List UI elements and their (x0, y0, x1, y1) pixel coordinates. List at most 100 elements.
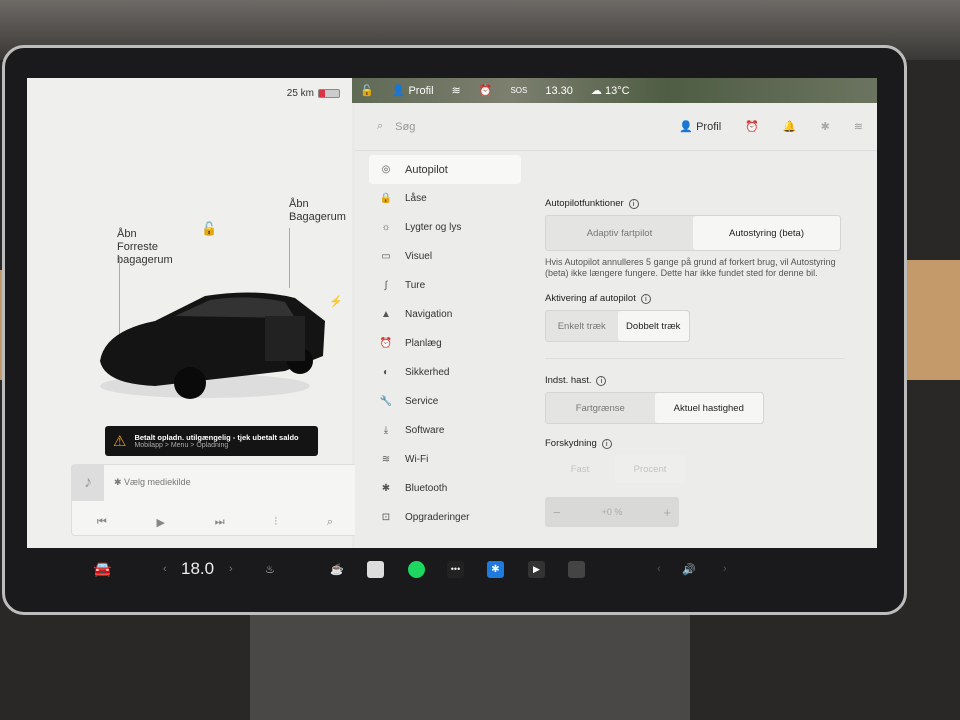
wifi-icon[interactable]: ≋ (854, 120, 863, 133)
previous-track-icon[interactable]: ⏮ (97, 516, 107, 529)
car-image (100, 292, 325, 399)
nav-item-label: Lygter og lys (405, 222, 462, 233)
open-frunk-button[interactable]: Åbn Forreste bagagerum (117, 228, 197, 267)
range-text: 25 km (286, 88, 314, 99)
search-field[interactable]: ⌕ Søg (377, 120, 415, 133)
nav-item-label: Software (405, 425, 445, 436)
nav-item-wi-fi[interactable]: ≋ Wi-Fi (369, 445, 521, 474)
theater-app-icon[interactable]: ▶ (528, 560, 545, 578)
nav-item-planl-g[interactable]: ⏰ Planlæg (369, 329, 521, 358)
option-fixed[interactable]: Fast (545, 455, 615, 483)
nav-item-label: Låse (405, 193, 427, 204)
info-icon[interactable]: i (601, 438, 612, 449)
option-speed-limit[interactable]: Fartgrænse (546, 393, 655, 423)
option-single-pull[interactable]: Enkelt træk (546, 311, 618, 341)
option-autosteer[interactable]: Autostyring (beta) (693, 216, 840, 250)
wrench-icon: 🔧 (379, 396, 393, 407)
charge-port-icon[interactable]: ⚡ (329, 296, 343, 309)
autopilot-note: Hvis Autopilot annulleres 5 gange på gru… (545, 257, 836, 278)
nav-item-bluetooth[interactable]: ✱ Bluetooth (369, 474, 521, 503)
navigation-icon: ▲ (381, 309, 391, 320)
seat-heater-icon[interactable]: ♨ (265, 563, 275, 576)
lock-icon: 🔒 (379, 193, 393, 204)
sos-indicator[interactable]: SOS (510, 86, 527, 95)
bluetooth-app-icon[interactable]: ✱ (487, 560, 504, 578)
trips-icon: ∫ (384, 280, 388, 291)
profile-button[interactable]: 👤 Profil (679, 120, 721, 133)
nav-item-label: Autopilot (405, 163, 448, 176)
info-icon[interactable]: i (628, 198, 639, 209)
unlock-icon[interactable]: 🔓 (201, 222, 217, 235)
alarm-icon[interactable]: ⏰ (745, 120, 759, 133)
autopilot-settings: Autopilotfunktioner i Adaptiv fartpilot A… (545, 198, 845, 527)
nav-item-label: Navigation (405, 309, 453, 320)
play-icon[interactable]: ▶ (157, 516, 165, 529)
nav-item-label: Visuel (405, 251, 433, 262)
wifi-icon: ≋ (451, 85, 461, 97)
nav-item-label: Bluetooth (405, 483, 448, 494)
car-icon[interactable]: 🚘 (93, 560, 112, 578)
steering-heater-icon[interactable]: ☕ (330, 563, 344, 576)
touchscreen: 25 km Åbn Forreste bagagerum Åbn Bagagerum… (27, 78, 877, 548)
light-icon: ☼ (381, 222, 391, 233)
offset-stepper[interactable]: − +0 % + (545, 497, 679, 527)
set-speed-selector: Fartgrænse Aktuel hastighed (545, 392, 764, 424)
info-icon[interactable]: i (640, 293, 651, 304)
media-source-label: Vælg mediekilde (124, 477, 191, 487)
equalizer-icon[interactable]: ⫶ (274, 516, 277, 529)
frunk-open-text: Åbn (117, 228, 137, 240)
media-source-button[interactable]: ✱ Vælg mediekilde (114, 477, 191, 488)
divider (545, 358, 845, 359)
calendar-app-icon[interactable] (367, 560, 384, 578)
alert-title: Betalt opladn. utilgængelig - tjek ubeta… (134, 433, 299, 442)
nav-item-opgraderinger[interactable]: ⊡ Opgraderinger (369, 503, 521, 532)
bluetooth-icon[interactable]: ✱ (821, 120, 830, 133)
volume-icon[interactable]: 🔊 (682, 563, 696, 576)
nav-item-label: Sikkerhed (405, 367, 450, 378)
volume-down-chevron-icon[interactable]: ‹ (657, 563, 661, 575)
status-profile-label: Profil (408, 85, 434, 97)
option-adaptive-cruise[interactable]: Adaptiv fartpilot (546, 216, 693, 250)
lock-status-icon[interactable]: 🔓 (360, 84, 374, 97)
minus-icon[interactable]: − (553, 505, 561, 520)
safety-icon: ◐ (382, 367, 390, 378)
search-icon[interactable]: ⌕ (327, 516, 333, 529)
option-current-speed[interactable]: Aktuel hastighed (654, 393, 763, 423)
settings-top-bar: ⌕ Søg 👤 Profil ⏰ 🔔 ✱ ≋ (355, 103, 877, 151)
taskbar: 🚘 ‹ 18.0 › ♨ ☕ ••• ✱ ▶ ‹ 🔊 › (27, 548, 877, 590)
nav-item-autopilot[interactable]: ◎ Autopilot (369, 155, 521, 184)
notification-bell-icon[interactable]: 🔔 (783, 120, 797, 133)
alarm-icon: ⏰ (478, 85, 493, 97)
features-title: Autopilotfunktioner (545, 198, 624, 209)
nav-item-sikkerhed[interactable]: ◐ Sikkerhed (369, 358, 521, 387)
charging-alert[interactable]: ⚠ Betalt opladn. utilgængelig - tjek ube… (105, 426, 318, 456)
download-icon: ⤓ (383, 425, 389, 436)
option-double-pull[interactable]: Dobbelt træk (617, 311, 689, 341)
next-track-icon[interactable]: ⏭ (215, 516, 225, 529)
offset-title: Forskydning (545, 438, 597, 449)
media-player: ♪ ✱ Vælg mediekilde ⏮ ▶ ⏭ ⫶ ⌕ (71, 464, 359, 536)
info-icon[interactable]: i (596, 375, 607, 386)
more-apps-icon[interactable]: ••• (447, 560, 464, 578)
dashcam-app-icon[interactable] (568, 560, 585, 578)
option-percent[interactable]: Procent (615, 455, 685, 483)
nav-item-service[interactable]: 🔧 Service (369, 387, 521, 416)
status-profile[interactable]: 👤 Profil (392, 84, 434, 97)
cabin-temperature[interactable]: 18.0 (181, 559, 214, 579)
spotify-app-icon[interactable] (408, 560, 425, 578)
nav-item-l-se[interactable]: 🔒 Låse (369, 184, 521, 213)
nav-item-software[interactable]: ⤓ Software (369, 416, 521, 445)
nav-item-lygter-og-lys[interactable]: ☼ Lygter og lys (369, 213, 521, 242)
nav-item-navigation[interactable]: ▲ Navigation (369, 300, 521, 329)
bluetooth-icon: ✱ (381, 483, 391, 494)
volume-up-chevron-icon[interactable]: › (723, 563, 727, 575)
trunk-open-text: Åbn (289, 198, 309, 210)
nav-item-ture[interactable]: ∫ Ture (369, 271, 521, 300)
temp-down-chevron-icon[interactable]: ‹ (163, 563, 167, 575)
plus-icon[interactable]: + (663, 505, 671, 520)
steering-wheel-icon: ◎ (381, 164, 391, 175)
temp-up-chevron-icon[interactable]: › (229, 563, 233, 575)
open-trunk-button[interactable]: Åbn Bagagerum (289, 198, 346, 224)
warning-icon: ⚠ (113, 433, 127, 450)
nav-item-visuel[interactable]: ▭ Visuel (369, 242, 521, 271)
